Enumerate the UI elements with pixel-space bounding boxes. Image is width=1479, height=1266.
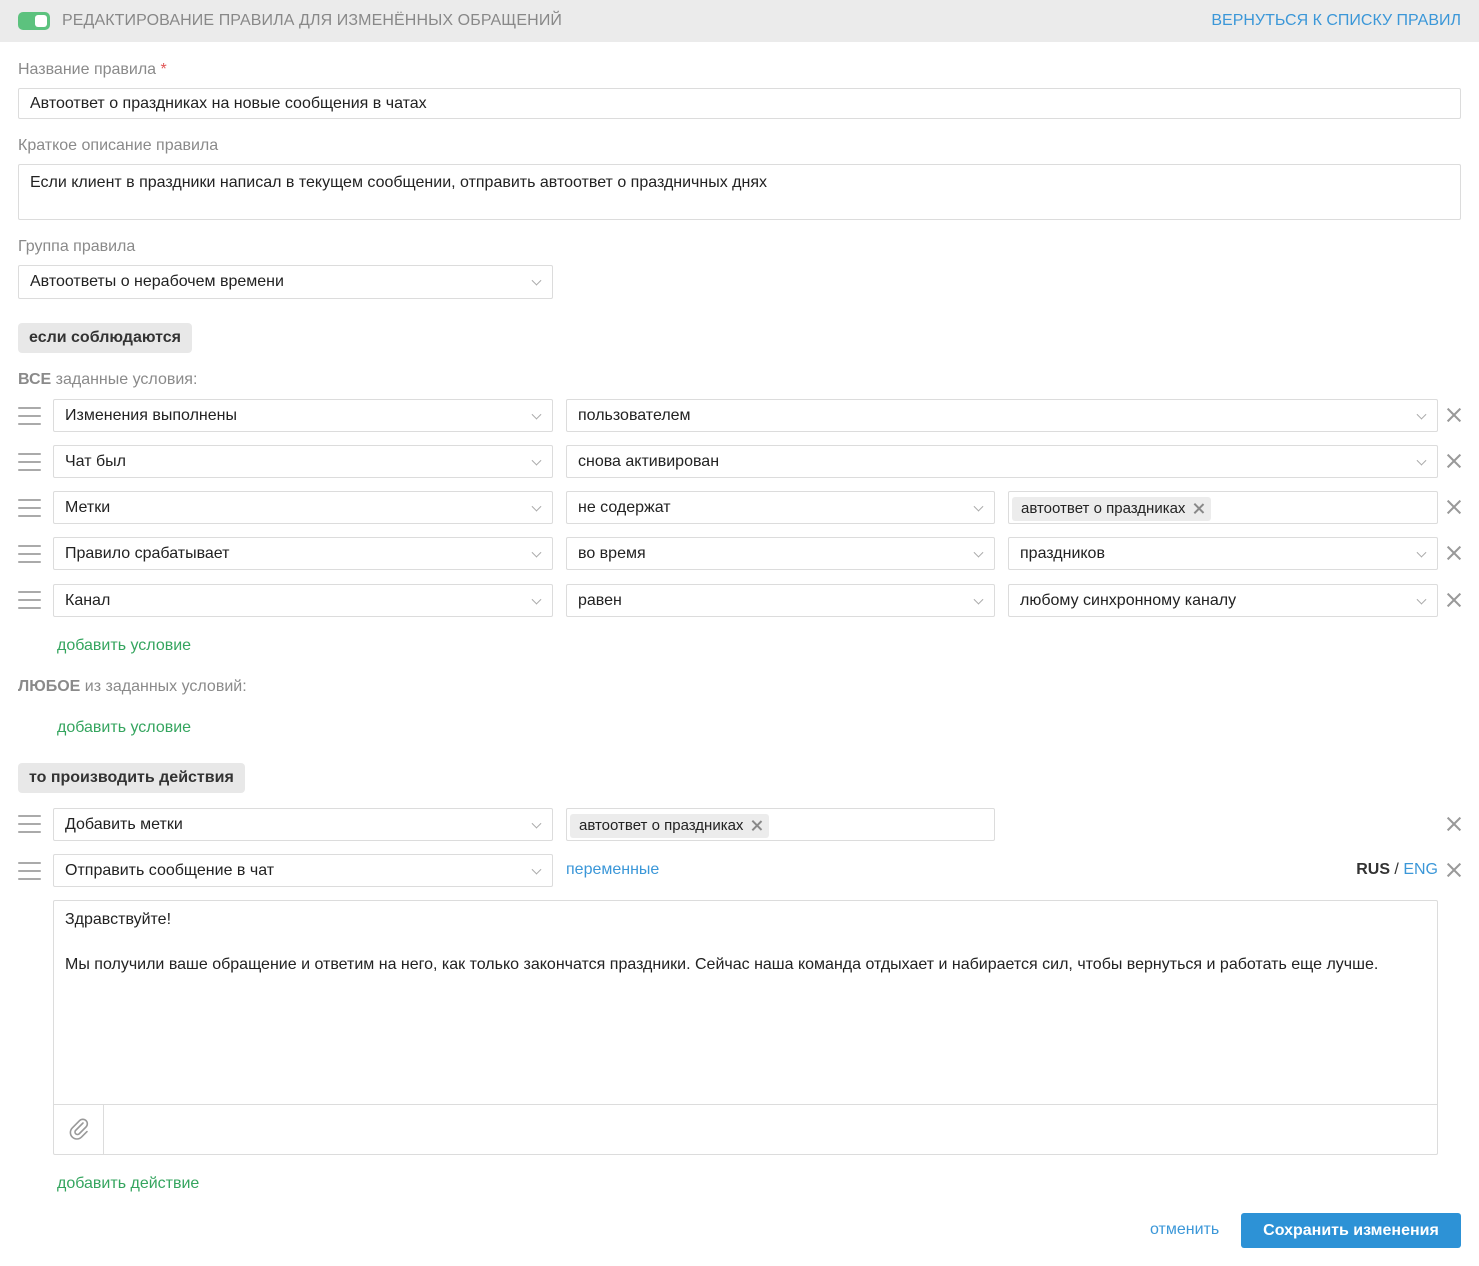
- condition-value-select[interactable]: праздников: [1008, 537, 1438, 570]
- description-label: Краткое описание правила: [18, 137, 219, 154]
- chevron-down-icon: [973, 594, 984, 605]
- chevron-down-icon: [531, 275, 542, 286]
- condition-field-value: Чат был: [65, 452, 126, 470]
- condition-field-select[interactable]: Изменения выполнены: [53, 399, 553, 432]
- message-editor[interactable]: Здравствуйте! Мы получили ваше обращение…: [53, 900, 1438, 1155]
- page-title: РЕДАКТИРОВАНИЕ ПРАВИЛА ДЛЯ ИЗМЕНЁННЫХ ОБ…: [62, 12, 563, 29]
- group-value: Автоответы о нерабочем времени: [30, 273, 284, 290]
- chevron-down-icon: [531, 547, 542, 558]
- condition-field-select[interactable]: Чат был: [53, 445, 553, 478]
- action-type-value: Отправить сообщение в чат: [65, 861, 275, 879]
- action-type-select[interactable]: Добавить метки: [53, 808, 553, 841]
- remove-condition-icon[interactable]: [1447, 408, 1461, 422]
- condition-value: любому синхронному каналу: [1020, 591, 1237, 609]
- condition-operator-select[interactable]: во время: [566, 537, 995, 570]
- add-condition-all-link[interactable]: добавить условие: [57, 637, 191, 655]
- condition-operator-value: снова активирован: [578, 452, 720, 470]
- condition-operator-value: равен: [578, 591, 622, 609]
- condition-operator-value: не содержат: [578, 498, 671, 516]
- back-to-rules-link[interactable]: ВЕРНУТЬСЯ К СПИСКУ ПРАВИЛ: [1211, 12, 1461, 30]
- toggle-knob: [35, 15, 47, 27]
- required-mark: *: [160, 61, 167, 78]
- chevron-down-icon: [531, 409, 542, 420]
- drag-handle-icon[interactable]: [18, 407, 41, 425]
- remove-action-icon[interactable]: [1447, 817, 1461, 831]
- chevron-down-icon: [973, 547, 984, 558]
- then-section-label: то производить действия: [18, 763, 245, 793]
- condition-operator-select[interactable]: пользователем: [566, 399, 1438, 432]
- condition-value-select[interactable]: любому синхронному каналу: [1008, 584, 1438, 617]
- remove-condition-icon[interactable]: [1447, 593, 1461, 607]
- chevron-down-icon: [531, 864, 542, 875]
- all-conditions-title: ВСЕ заданные условия:: [18, 371, 198, 388]
- lang-separator: /: [1389, 861, 1404, 878]
- drag-handle-icon[interactable]: [18, 862, 41, 880]
- page-header: РЕДАКТИРОВАНИЕ ПРАВИЛА ДЛЯ ИЗМЕНЁННЫХ ОБ…: [0, 0, 1479, 42]
- condition-operator-select[interactable]: снова активирован: [566, 445, 1438, 478]
- condition-field-select[interactable]: Канал: [53, 584, 553, 617]
- condition-value: праздников: [1020, 544, 1105, 562]
- remove-tag-icon[interactable]: [751, 820, 762, 831]
- remove-condition-icon[interactable]: [1447, 454, 1461, 468]
- remove-condition-icon[interactable]: [1447, 500, 1461, 514]
- condition-operator-value: во время: [578, 544, 646, 562]
- condition-field-value: Метки: [65, 498, 111, 516]
- condition-operator-select[interactable]: не содержат: [566, 491, 995, 524]
- condition-field-value: Канал: [65, 591, 111, 609]
- action-type-value: Добавить метки: [65, 815, 183, 833]
- remove-tag-icon[interactable]: [1193, 503, 1204, 514]
- chevron-down-icon: [531, 501, 542, 512]
- tag-chip: автоответ о праздниках: [1012, 497, 1212, 521]
- remove-condition-icon[interactable]: [1447, 546, 1461, 560]
- chevron-down-icon: [1416, 594, 1427, 605]
- lang-rus[interactable]: RUS: [1356, 861, 1390, 878]
- save-changes-button[interactable]: Сохранить изменения: [1241, 1213, 1461, 1248]
- drag-handle-icon[interactable]: [18, 815, 41, 833]
- drag-handle-icon[interactable]: [18, 591, 41, 609]
- group-label: Группа правила: [18, 238, 136, 255]
- group-select[interactable]: Автоответы о нерабочем времени: [18, 265, 553, 299]
- rule-active-toggle[interactable]: [18, 12, 50, 30]
- action-type-select[interactable]: Отправить сообщение в чат: [53, 854, 553, 887]
- condition-operator-select[interactable]: равен: [566, 584, 995, 617]
- remove-action-icon[interactable]: [1447, 863, 1461, 877]
- drag-handle-icon[interactable]: [18, 499, 41, 517]
- drag-handle-icon[interactable]: [18, 545, 41, 563]
- add-condition-any-link[interactable]: добавить условие: [57, 719, 191, 737]
- description-textarea[interactable]: Если клиент в праздники написал в текуще…: [18, 164, 1461, 220]
- chevron-down-icon: [1416, 547, 1427, 558]
- condition-field-select[interactable]: Правило срабатывает: [53, 537, 553, 570]
- condition-field-select[interactable]: Метки: [53, 491, 553, 524]
- tag-chip: автоответ о праздниках: [570, 814, 770, 838]
- rule-name-input[interactable]: Автоответ о праздниках на новые сообщени…: [18, 88, 1461, 119]
- variables-link[interactable]: переменные: [566, 861, 659, 879]
- chevron-down-icon: [1416, 455, 1427, 466]
- tags-input[interactable]: автоответ о праздниках: [1008, 491, 1438, 524]
- any-conditions-title: ЛЮБОЕ из заданных условий:: [18, 678, 247, 695]
- cancel-link[interactable]: отменить: [1150, 1221, 1219, 1239]
- drag-handle-icon[interactable]: [18, 453, 41, 471]
- attach-button[interactable]: [54, 1105, 104, 1154]
- if-section-label: если соблюдаются: [18, 323, 192, 353]
- lang-eng[interactable]: ENG: [1403, 861, 1438, 878]
- action-tags-input[interactable]: автоответ о праздниках: [566, 808, 995, 841]
- description-value: Если клиент в праздники написал в текуще…: [30, 174, 767, 191]
- chevron-down-icon: [531, 818, 542, 829]
- add-action-link[interactable]: добавить действие: [57, 1175, 199, 1193]
- rule-name-value: Автоответ о праздниках на новые сообщени…: [30, 94, 427, 112]
- language-switcher: RUS / ENG: [1356, 861, 1438, 879]
- chevron-down-icon: [531, 455, 542, 466]
- rule-name-label: Название правила *: [18, 61, 167, 78]
- condition-field-value: Правило срабатывает: [65, 544, 230, 562]
- condition-operator-value: пользователем: [578, 406, 691, 424]
- condition-field-value: Изменения выполнены: [65, 406, 237, 424]
- paperclip-icon: [69, 1118, 89, 1140]
- message-text[interactable]: Здравствуйте! Мы получили ваше обращение…: [65, 909, 1378, 977]
- message-toolbar: [54, 1104, 1437, 1154]
- chevron-down-icon: [973, 501, 984, 512]
- chevron-down-icon: [531, 594, 542, 605]
- chevron-down-icon: [1416, 409, 1427, 420]
